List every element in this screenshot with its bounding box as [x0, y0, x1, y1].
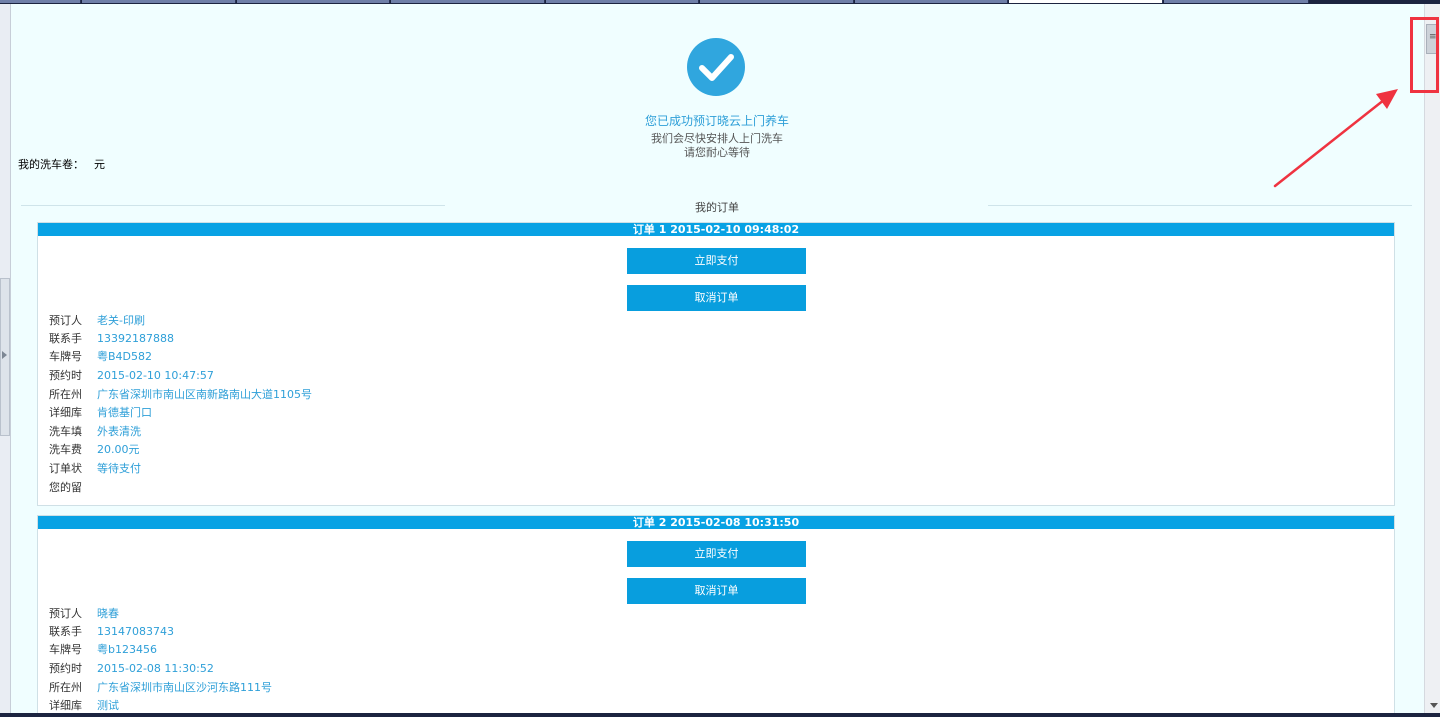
highlight-box	[1410, 17, 1439, 93]
arrow-down-icon[interactable]	[1430, 703, 1438, 708]
tab[interactable]	[237, 0, 390, 3]
bottom-frame	[0, 713, 1440, 717]
field-value: 粤B4D582	[97, 350, 153, 363]
field-label: 您的留	[49, 481, 82, 494]
success-title: 您已成功预订晓云上门养车	[644, 114, 789, 128]
field-row: 所在州 广东省深圳市南山区南新路南山大道1105号	[49, 386, 312, 404]
tab[interactable]	[82, 0, 236, 3]
pay-now-button[interactable]: 立即支付	[627, 541, 806, 567]
order-card: 订单 1 2015-02-10 09:48:02 立即支付 取消订单 预订人 老关…	[37, 222, 1395, 506]
field-value: 广东省深圳市南山区南新路南山大道1105号	[97, 388, 312, 401]
field-label: 联系手	[49, 332, 82, 345]
field-label: 订单状	[49, 462, 82, 475]
success-message: 请您耐心等待	[684, 146, 750, 159]
field-row: 预约时 2015-02-10 10:47:57	[49, 367, 214, 385]
coupon-info: 我的洗车卷： 元	[18, 156, 115, 172]
annotation-arrow-icon	[1273, 89, 1398, 188]
field-value: 2015-02-10 10:47:57	[97, 369, 214, 382]
field-row: 预订人 晓春	[49, 605, 119, 623]
field-row: 您的留	[49, 479, 97, 497]
field-value: 肯德基门口	[97, 406, 152, 419]
field-label: 联系手	[49, 625, 82, 638]
field-label: 预约时	[49, 369, 82, 382]
field-value: 粤b123456	[97, 643, 157, 656]
field-value: 等待支付	[97, 462, 141, 475]
order-header: 订单 1 2015-02-10 09:48:02	[38, 223, 1394, 236]
field-value: 测试	[97, 699, 119, 712]
vertical-scrollbar[interactable]	[1424, 4, 1440, 713]
field-label: 详细库	[49, 699, 82, 712]
field-label: 详细库	[49, 406, 82, 419]
field-label: 预订人	[49, 607, 82, 620]
order-card: 订单 2 2015-02-08 10:31:50 立即支付 取消订单 预订人 晓春…	[37, 515, 1395, 713]
field-value: 老关-印刷	[97, 314, 145, 327]
field-row: 车牌号 粤b123456	[49, 641, 157, 659]
field-row: 详细库 测试	[49, 697, 119, 713]
pay-now-button[interactable]: 立即支付	[627, 248, 806, 274]
chevron-right-icon[interactable]	[2, 351, 7, 359]
tab-active[interactable]	[1009, 0, 1163, 3]
field-row: 所在州 广东省深圳市南山区沙河东路111号	[49, 679, 272, 697]
field-value: 外表清洗	[97, 425, 141, 438]
tab[interactable]	[0, 0, 81, 3]
order-header: 订单 2 2015-02-08 10:31:50	[38, 516, 1394, 529]
field-label: 预订人	[49, 314, 82, 327]
coupon-value: 元	[94, 158, 105, 171]
section-title: 我的订单	[695, 201, 739, 214]
field-value: 晓春	[97, 607, 119, 620]
tab[interactable]	[855, 0, 1008, 3]
tab[interactable]	[1164, 0, 1309, 3]
field-row: 预订人 老关-印刷	[49, 312, 145, 330]
field-label: 车牌号	[49, 643, 82, 656]
checkmark-icon	[699, 54, 734, 81]
coupon-label: 我的洗车卷：	[18, 158, 84, 171]
field-row: 车牌号 粤B4D582	[49, 348, 152, 366]
field-label: 洗车填	[49, 425, 82, 438]
field-row: 洗车费 20.00元	[49, 441, 140, 459]
field-row: 洗车填 外表清洗	[49, 423, 141, 441]
field-label: 所在州	[49, 388, 82, 401]
checkmark-circle-icon	[687, 38, 745, 96]
tab[interactable]	[546, 0, 699, 3]
field-value: 20.00元	[97, 443, 140, 456]
field-label: 所在州	[49, 681, 82, 694]
field-label: 预约时	[49, 662, 82, 675]
tab[interactable]	[391, 0, 545, 3]
tab[interactable]	[700, 0, 854, 3]
field-label: 车牌号	[49, 350, 82, 363]
field-row: 预约时 2015-02-08 11:30:52	[49, 660, 214, 678]
browser-tab-strip	[0, 0, 1440, 4]
field-row: 联系手 13392187888	[49, 330, 174, 348]
field-value: 广东省深圳市南山区沙河东路111号	[97, 681, 272, 694]
field-row: 详细库 肯德基门口	[49, 404, 152, 422]
cancel-order-button[interactable]: 取消订单	[627, 285, 806, 311]
field-row: 订单状 等待支付	[49, 460, 141, 478]
cancel-order-button[interactable]: 取消订单	[627, 578, 806, 604]
field-label: 洗车费	[49, 443, 82, 456]
field-value: 13147083743	[97, 625, 174, 638]
field-row: 联系手 13147083743	[49, 623, 174, 641]
field-value: 2015-02-08 11:30:52	[97, 662, 214, 675]
field-value: 13392187888	[97, 332, 174, 345]
